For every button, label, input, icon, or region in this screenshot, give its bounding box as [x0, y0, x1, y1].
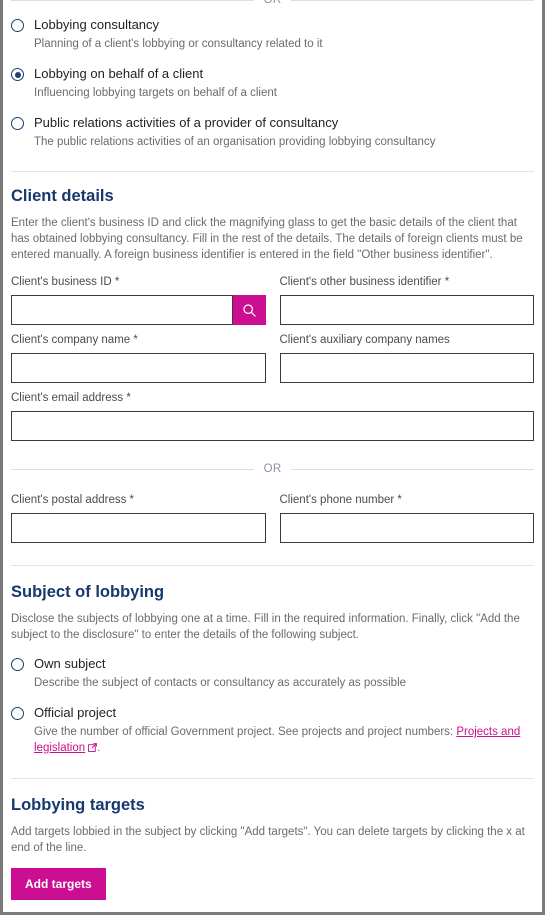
field-label: Client's auxiliary company names: [279, 334, 450, 346]
client-details-title: Client details: [11, 187, 114, 205]
radio-texts: Public relations activities of a provide…: [34, 114, 534, 159]
radio-option-own-subject[interactable]: Own subject Describe the subject of cont…: [11, 655, 534, 700]
radio-texts: Own subject Describe the subject of cont…: [34, 655, 534, 700]
subject-of-lobbying-title: Subject of lobbying: [11, 583, 165, 601]
radio-icon[interactable]: [11, 19, 24, 32]
client-details-description: Enter the client's business ID and click…: [11, 217, 523, 261]
section-divider: [11, 778, 534, 779]
field-row-email: Client's email address *: [11, 391, 534, 441]
field-label: Client's postal address *: [11, 494, 135, 506]
radio-description-tail: .: [97, 742, 101, 754]
field-row-company-names: Client's company name * Client's auxilia…: [11, 333, 534, 383]
radio-option-lobbying-consultancy[interactable]: Lobbying consultancy Planning of a clien…: [11, 16, 534, 61]
radio-icon-selected[interactable]: [11, 68, 24, 81]
postal-address-input[interactable]: [11, 513, 266, 543]
page-viewport: OR Lobbying consultancy Planning of a cl…: [0, 0, 545, 915]
or-rule-left: [11, 0, 254, 1]
business-id-search-button[interactable]: [232, 295, 266, 325]
or-rule-right: [291, 0, 535, 1]
or-label: OR: [263, 463, 282, 475]
email-address-input[interactable]: [11, 411, 534, 441]
field-company-name: Client's company name *: [11, 333, 266, 383]
disclosure-type-radio-group: Lobbying consultancy Planning of a clien…: [11, 16, 534, 159]
radio-texts: Official project Give the number of offi…: [34, 704, 534, 766]
radio-option-official-project[interactable]: Official project Give the number of offi…: [11, 704, 534, 766]
radio-description: Describe the subject of contacts or cons…: [34, 677, 407, 689]
radio-texts: Lobbying consultancy Planning of a clien…: [34, 16, 534, 61]
field-auxiliary-company-names: Client's auxiliary company names: [279, 333, 534, 383]
field-label: Client's phone number *: [279, 494, 402, 506]
radio-icon[interactable]: [11, 707, 24, 720]
radio-description: The public relations activities of an or…: [34, 136, 436, 148]
lobbying-targets-title: Lobbying targets: [11, 796, 145, 814]
auxiliary-company-names-input[interactable]: [279, 353, 534, 383]
radio-description-text: Give the number of official Government p…: [34, 726, 457, 738]
business-id-input[interactable]: [11, 295, 233, 325]
other-business-identifier-input[interactable]: [279, 295, 534, 325]
field-row-business-id: Client's business ID * Client's other bu…: [11, 275, 534, 325]
radio-option-public-relations-activities[interactable]: Public relations activities of a provide…: [11, 114, 534, 159]
field-email-address: Client's email address *: [11, 391, 534, 441]
radio-description: Planning of a client's lobbying or consu…: [34, 38, 323, 50]
external-link-icon: [88, 741, 98, 757]
form-page: OR Lobbying consultancy Planning of a cl…: [3, 0, 542, 912]
add-targets-button-wrap: Add targets: [11, 868, 534, 900]
or-rule-right: [291, 468, 535, 470]
field-business-id: Client's business ID *: [11, 275, 266, 325]
input-with-search: [11, 295, 266, 325]
or-label: OR: [263, 0, 282, 6]
subject-of-lobbying-description: Disclose the subjects of lobbying one at…: [11, 613, 520, 641]
or-divider-top: OR: [11, 0, 535, 8]
company-name-input[interactable]: [11, 353, 266, 383]
magnifying-glass-icon: [242, 303, 257, 318]
field-label: Client's company name *: [11, 334, 138, 346]
radio-description-with-link: Give the number of official Government p…: [34, 724, 534, 757]
radio-option-lobbying-on-behalf-of-a-client[interactable]: Lobbying on behalf of a client Influenci…: [11, 65, 534, 110]
field-label: Client's other business identifier *: [279, 276, 450, 288]
radio-label: Official project: [34, 705, 117, 720]
radio-label: Own subject: [34, 656, 106, 671]
field-label: Client's business ID *: [11, 276, 120, 288]
field-postal-address: Client's postal address *: [11, 493, 266, 543]
radio-description: Influencing lobbying targets on behalf o…: [34, 87, 277, 99]
or-divider-contact: OR: [11, 461, 535, 477]
field-phone-number: Client's phone number *: [279, 493, 534, 543]
radio-texts: Lobbying on behalf of a client Influenci…: [34, 65, 534, 110]
add-targets-button[interactable]: Add targets: [11, 868, 106, 900]
field-row-contact: Client's postal address * Client's phone…: [11, 493, 534, 543]
radio-label: Lobbying consultancy: [34, 17, 160, 32]
section-divider: [11, 565, 534, 566]
radio-label: Public relations activities of a provide…: [34, 115, 339, 130]
section-divider: [11, 171, 534, 172]
phone-number-input[interactable]: [279, 513, 534, 543]
field-other-business-identifier: Client's other business identifier *: [279, 275, 534, 325]
lobbying-targets-description: Add targets lobbied in the subject by cl…: [11, 826, 525, 854]
radio-icon[interactable]: [11, 658, 24, 671]
radio-label: Lobbying on behalf of a client: [34, 66, 204, 81]
field-label: Client's email address *: [11, 392, 131, 404]
or-rule-left: [11, 468, 254, 470]
subject-radio-group: Own subject Describe the subject of cont…: [11, 655, 534, 766]
radio-icon[interactable]: [11, 117, 24, 130]
